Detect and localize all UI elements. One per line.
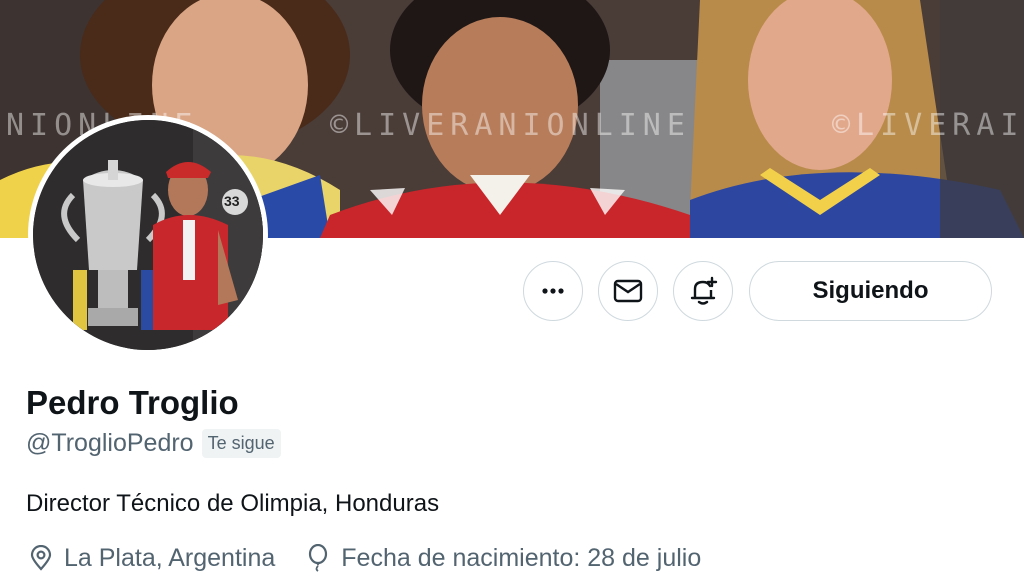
mail-icon bbox=[613, 279, 643, 303]
profile-bio: Director Técnico de Olimpia, Honduras bbox=[26, 490, 440, 517]
avatar-photo: 33 bbox=[33, 120, 263, 350]
handle-row: @TroglioPedro Te sigue bbox=[26, 429, 281, 458]
profile-name: Pedro Troglio bbox=[26, 384, 239, 421]
follows-you-badge: Te sigue bbox=[201, 429, 281, 458]
profile-meta: La Plata, Argentina Fecha de nacimiento:… bbox=[26, 543, 701, 573]
balloon-icon bbox=[303, 543, 333, 573]
profile-location: La Plata, Argentina bbox=[64, 543, 276, 572]
notifications-button[interactable] bbox=[673, 261, 733, 321]
watermark-text: ©LIVERAI bbox=[832, 108, 1024, 143]
following-button[interactable]: Siguiendo bbox=[749, 261, 992, 321]
watermark-text: ©LIVERANIONLINE bbox=[330, 108, 691, 143]
avatar-image bbox=[33, 120, 263, 350]
avatar[interactable]: 33 bbox=[28, 115, 268, 355]
message-button[interactable] bbox=[598, 261, 658, 321]
profile-handle: @TroglioPedro bbox=[26, 429, 194, 457]
location-icon bbox=[26, 543, 56, 573]
more-options-button[interactable] bbox=[523, 261, 583, 321]
bell-plus-icon bbox=[690, 276, 718, 305]
avatar-jersey-number: 33 bbox=[224, 193, 240, 209]
profile-birthday: Fecha de nacimiento: 28 de julio bbox=[341, 543, 702, 572]
more-icon bbox=[542, 288, 564, 294]
